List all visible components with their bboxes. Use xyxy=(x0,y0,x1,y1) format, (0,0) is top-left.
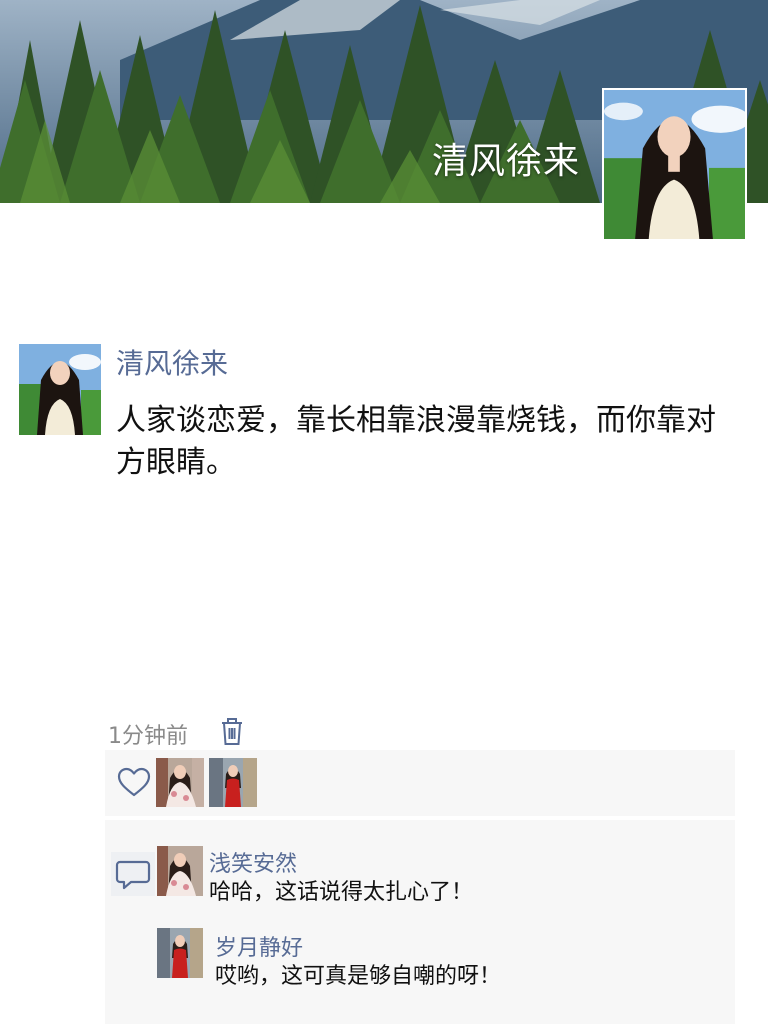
post-timestamp: 1分钟前 xyxy=(108,724,188,749)
likes-panel xyxy=(105,750,735,816)
comment-item[interactable]: 岁月静好 哎哟，这可真是够自嘲的呀！ xyxy=(157,928,717,989)
like-user-avatar[interactable] xyxy=(156,758,204,807)
post-author-avatar[interactable] xyxy=(19,344,101,435)
woman-portrait-image xyxy=(209,758,257,807)
woman-portrait-image xyxy=(19,344,101,435)
commenter-avatar[interactable] xyxy=(157,846,203,896)
profile-avatar[interactable] xyxy=(602,88,747,241)
comment-text: 哈哈，这话说得太扎心了！ xyxy=(209,880,474,905)
comment-text: 哎哟，这可真是够自嘲的呀！ xyxy=(215,964,502,989)
woman-portrait-image xyxy=(157,846,203,896)
cover-display-name: 清风徐来 xyxy=(431,141,580,182)
comment-item[interactable]: 浅笑安然 哈哈，这话说得太扎心了！ xyxy=(157,846,717,905)
woman-portrait-image xyxy=(156,758,204,807)
post-text: 人家谈恋爱，靠长相靠浪漫靠烧钱，而你靠对方眼睛。 xyxy=(116,403,716,480)
woman-portrait-image xyxy=(157,928,203,978)
comment-icon xyxy=(111,852,155,896)
comments-panel: 浅笑安然 哈哈，这话说得太扎心了！ 岁月静好 哎哟，这可真是够自嘲的呀！ xyxy=(105,820,735,1024)
like-user-avatar[interactable] xyxy=(209,758,257,807)
trash-icon[interactable] xyxy=(219,716,245,746)
post-author-name[interactable]: 清风徐来 xyxy=(116,342,228,382)
commenter-avatar[interactable] xyxy=(157,928,203,978)
woman-portrait-image xyxy=(604,90,745,239)
heart-icon xyxy=(117,767,151,797)
